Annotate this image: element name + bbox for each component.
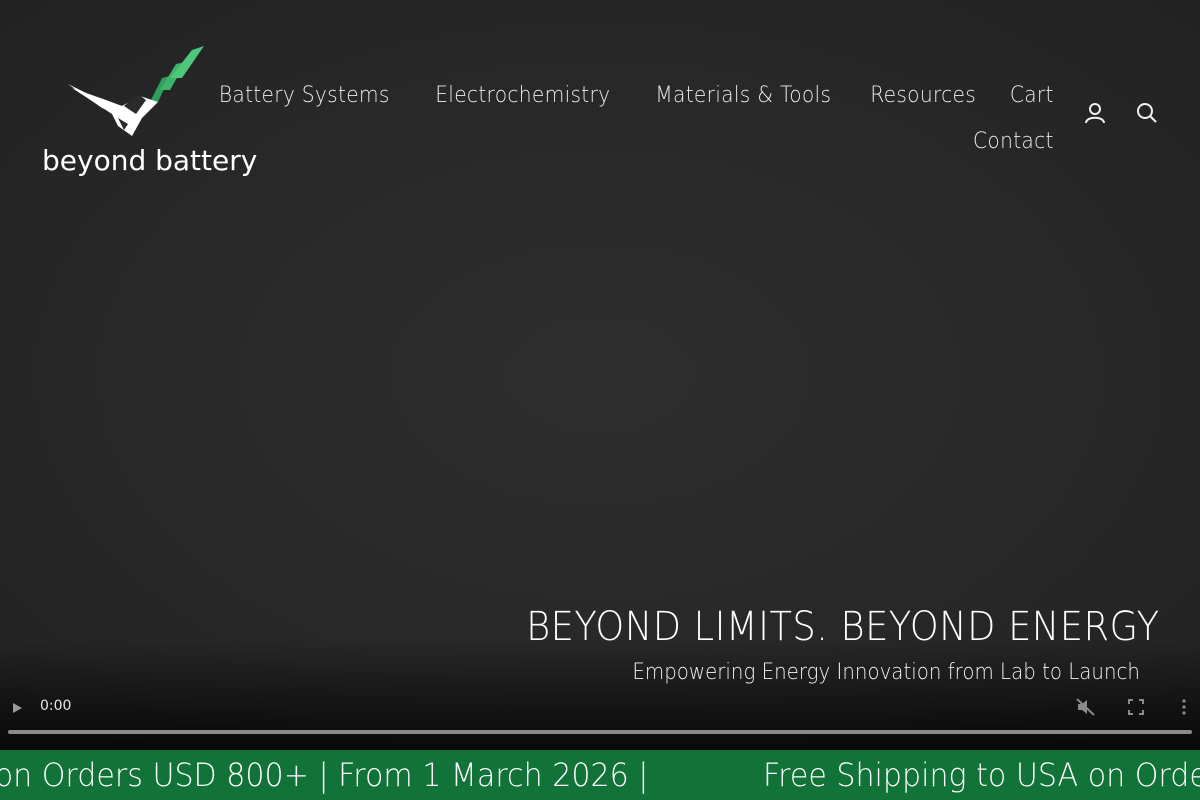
search-icon[interactable] xyxy=(1134,100,1160,126)
announcement-text: Free Shipping to USA on Orders USD 800+ … xyxy=(762,756,1200,794)
announcement-text: Free Shipping to USA on Orders USD 800+ … xyxy=(0,756,649,794)
video-controls: 0:00 xyxy=(0,692,1200,742)
fullscreen-icon[interactable] xyxy=(1128,699,1144,715)
nav-row-secondary: Contact xyxy=(254,118,1054,164)
play-icon[interactable] xyxy=(10,700,24,714)
main-navigation: Battery Systems Electrochemistry Materia… xyxy=(219,72,1054,164)
nav-item-contact[interactable]: Contact xyxy=(973,129,1054,154)
more-options-icon[interactable] xyxy=(1178,698,1190,716)
nav-item-resources[interactable]: Resources xyxy=(870,83,976,108)
header-icons xyxy=(1082,100,1160,126)
announcement-marquee: Free Shipping to USA on Orders USD 800+ … xyxy=(0,756,1200,794)
video-time: 0:00 xyxy=(40,698,72,714)
page: beyond battery Battery Systems Electroch… xyxy=(0,0,1200,800)
nav-item-cart[interactable]: Cart xyxy=(1010,83,1054,108)
muted-speaker-icon[interactable] xyxy=(1076,698,1096,716)
announcement-bar[interactable]: Free Shipping to USA on Orders USD 800+ … xyxy=(0,750,1200,800)
account-icon[interactable] xyxy=(1082,100,1108,126)
nav-item-materials-tools[interactable]: Materials & Tools xyxy=(655,83,831,108)
nav-item-electrochemistry[interactable]: Electrochemistry xyxy=(435,83,610,108)
hero-headline: BEYOND LIMITS. BEYOND ENERGY xyxy=(526,604,1160,650)
video-progress-track[interactable] xyxy=(8,730,1192,734)
nav-row-primary: Battery Systems Electrochemistry Materia… xyxy=(219,72,1054,118)
brand-wordmark: beyond battery xyxy=(42,144,258,177)
eagle-logo-icon xyxy=(68,46,204,136)
nav-item-battery-systems[interactable]: Battery Systems xyxy=(219,83,390,108)
brand-logo[interactable]: beyond battery xyxy=(40,44,257,184)
hero-subline: Empowering Energy Innovation from Lab to… xyxy=(632,660,1140,685)
